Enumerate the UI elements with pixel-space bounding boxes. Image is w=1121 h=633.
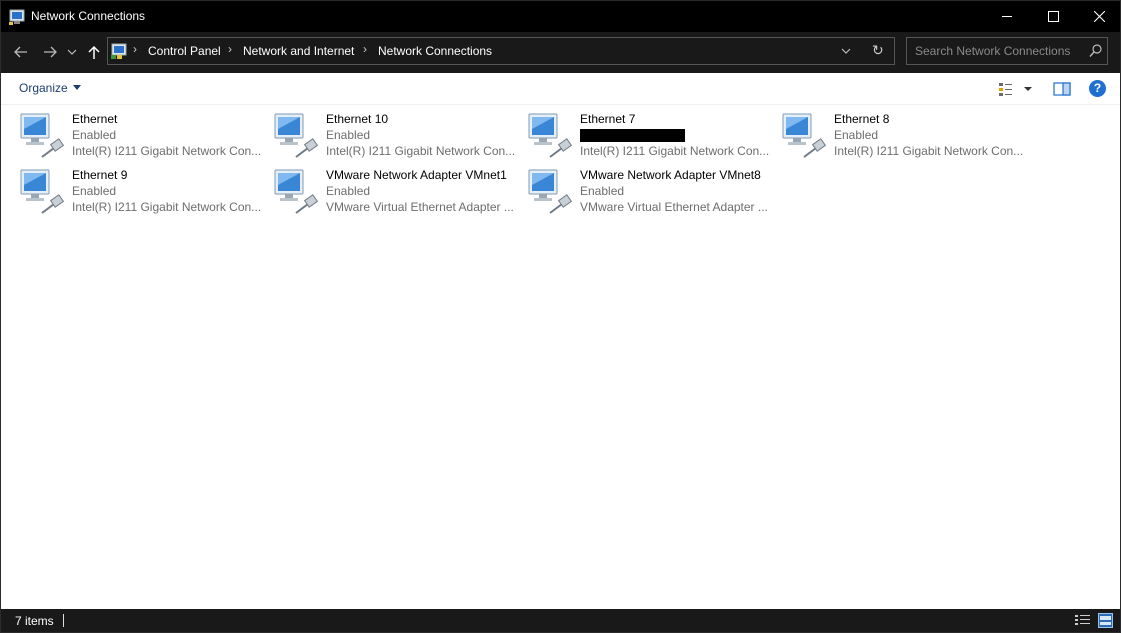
explorer-window: Network Connections › Control Panel › Ne… (0, 0, 1121, 633)
connection-item-ethernet[interactable]: Ethernet Enabled Intel(R) I211 Gigabit N… (18, 111, 264, 165)
caret-down-icon (72, 85, 81, 90)
breadcrumb-separator[interactable]: › (228, 42, 232, 56)
search-box[interactable] (906, 37, 1108, 65)
chevron-down-icon[interactable] (67, 44, 77, 60)
command-bar: Organize ? (1, 73, 1120, 105)
connection-device: VMware Virtual Ethernet Adapter ... (326, 200, 514, 214)
search-icon[interactable] (1089, 44, 1102, 58)
network-adapter-icon (20, 169, 65, 214)
connection-device: VMware Virtual Ethernet Adapter ... (580, 200, 768, 214)
breadcrumb-control-panel[interactable]: Control Panel (148, 44, 221, 58)
minimize-icon (1002, 16, 1012, 17)
connections-list: Ethernet Enabled Intel(R) I211 Gigabit N… (1, 105, 1120, 609)
organize-label: Organize (19, 81, 68, 95)
connection-status: Enabled (72, 184, 117, 198)
item-count: 7 items (15, 614, 54, 628)
connection-name: VMware Network Adapter VMnet8 (580, 168, 761, 182)
navigation-bar: › Control Panel › Network and Internet ›… (1, 32, 1120, 73)
arrow-right-icon[interactable] (42, 44, 58, 60)
network-adapter-icon (274, 169, 319, 214)
network-adapter-icon (782, 113, 827, 158)
connection-device: Intel(R) I211 Gigabit Network Con... (834, 144, 1024, 158)
breadcrumb-separator[interactable]: › (363, 42, 367, 56)
preview-pane-icon[interactable] (1053, 81, 1071, 97)
arrow-left-icon[interactable] (13, 44, 29, 60)
connection-device: Intel(R) I211 Gigabit Network Con... (580, 144, 770, 158)
large-icons-view-icon[interactable] (1098, 613, 1113, 628)
close-icon (1094, 11, 1105, 22)
redaction-block (580, 129, 685, 143)
connection-item-ethernet-9[interactable]: Ethernet 9 Enabled Intel(R) I211 Gigabit… (18, 167, 264, 221)
breadcrumb-separator[interactable]: › (133, 42, 137, 56)
organize-button[interactable]: Organize (19, 81, 81, 95)
network-adapter-icon (528, 169, 573, 214)
connection-item-ethernet-8[interactable]: Ethernet 8 Enabled Intel(R) I211 Gigabit… (780, 111, 1026, 165)
connection-status: Enabled (326, 128, 371, 142)
connection-name: Ethernet 10 (326, 112, 389, 126)
network-adapter-icon (274, 113, 319, 158)
arrow-up-icon[interactable] (87, 44, 101, 60)
network-adapter-icon (528, 113, 573, 158)
window-title: Network Connections (31, 9, 146, 23)
minimize-button[interactable] (984, 1, 1030, 32)
status-bar: 7 items (1, 609, 1120, 632)
connection-item-ethernet-10[interactable]: Ethernet 10 Enabled Intel(R) I211 Gigabi… (272, 111, 518, 165)
maximize-icon (1048, 11, 1059, 22)
connection-name: VMware Network Adapter VMnet1 (326, 168, 507, 182)
connection-name: Ethernet (72, 112, 118, 126)
connection-device: Intel(R) I211 Gigabit Network Con... (326, 144, 516, 158)
control-panel-icon (111, 43, 127, 59)
connection-item-ethernet-7[interactable]: Ethernet 7 Intel(R) I211 Gigabit Network… (526, 111, 772, 165)
chevron-down-icon[interactable] (841, 48, 851, 56)
search-input[interactable] (907, 38, 1082, 64)
connection-status: Enabled (72, 128, 117, 142)
status-divider (63, 614, 64, 627)
details-view-icon[interactable] (1075, 614, 1091, 627)
breadcrumb-network-connections[interactable]: Network Connections (378, 44, 492, 58)
refresh-icon[interactable]: ↻ (872, 43, 884, 59)
network-connections-app-icon (9, 9, 25, 25)
connection-device: Intel(R) I211 Gigabit Network Con... (72, 144, 262, 158)
change-view-icon[interactable] (998, 81, 1034, 97)
connection-name: Ethernet 7 (580, 112, 636, 126)
connection-item-vmnet1[interactable]: VMware Network Adapter VMnet1 Enabled VM… (272, 167, 518, 221)
breadcrumb-network-and-internet[interactable]: Network and Internet (243, 44, 354, 58)
connection-device: Intel(R) I211 Gigabit Network Con... (72, 200, 262, 214)
connection-name: Ethernet 9 (72, 168, 128, 182)
maximize-button[interactable] (1030, 1, 1076, 32)
connection-status: Enabled (834, 128, 879, 142)
connection-status-redacted (580, 127, 770, 143)
title-bar[interactable]: Network Connections (1, 1, 1120, 32)
connection-name: Ethernet 8 (834, 112, 890, 126)
connection-status: Enabled (580, 184, 625, 198)
help-icon[interactable]: ? (1089, 80, 1106, 97)
network-adapter-icon (20, 113, 65, 158)
connection-status: Enabled (326, 184, 371, 198)
address-bar[interactable]: › Control Panel › Network and Internet ›… (107, 37, 895, 65)
close-button[interactable] (1076, 1, 1120, 32)
connection-item-vmnet8[interactable]: VMware Network Adapter VMnet8 Enabled VM… (526, 167, 772, 221)
